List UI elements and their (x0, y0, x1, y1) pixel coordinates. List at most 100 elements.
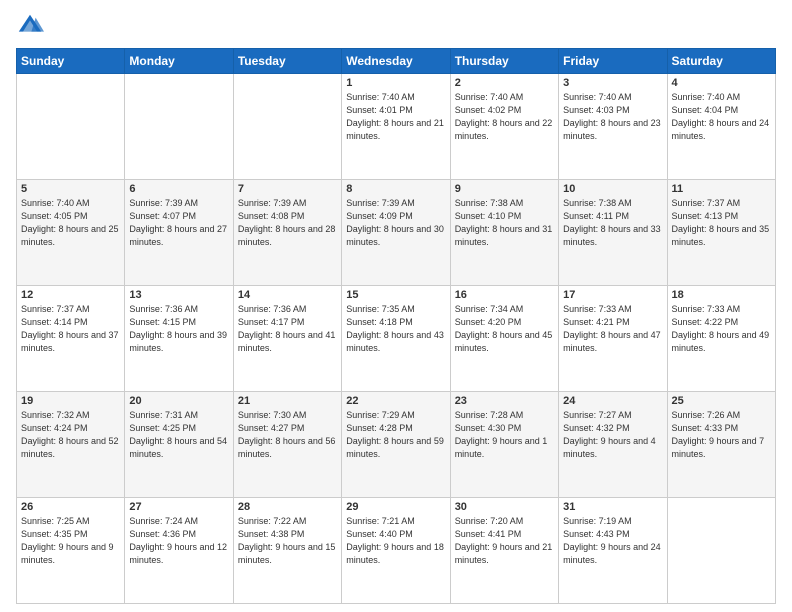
col-saturday: Saturday (667, 49, 775, 74)
table-row: 13 Sunrise: 7:36 AM Sunset: 4:15 PM Dayli… (125, 286, 233, 392)
day-number: 21 (238, 395, 337, 407)
table-row: 28 Sunrise: 7:22 AM Sunset: 4:38 PM Dayli… (233, 498, 341, 604)
day-number: 3 (563, 77, 662, 89)
table-row: 31 Sunrise: 7:19 AM Sunset: 4:43 PM Dayli… (559, 498, 667, 604)
day-number: 5 (21, 183, 120, 195)
day-number: 15 (346, 289, 445, 301)
table-row: 14Sunrise: 7:36 AM Sunset: 4:17 PM Dayli… (233, 286, 341, 392)
calendar-week-row: 12Sunrise: 7:37 AM Sunset: 4:14 PM Dayli… (17, 286, 776, 392)
table-row: 15Sunrise: 7:35 AM Sunset: 4:18 PM Dayli… (342, 286, 450, 392)
day-info: Sunrise: 7:40 AM Sunset: 4:02 PM Dayligh… (455, 91, 554, 143)
day-info: Sunrise: 7:28 AM Sunset: 4:30 PM Dayligh… (455, 409, 554, 461)
table-row: 24 Sunrise: 7:27 AM Sunset: 4:32 PM Dayli… (559, 392, 667, 498)
table-row: 8 Sunrise: 7:39 AM Sunset: 4:09 PM Daylig… (342, 180, 450, 286)
day-number: 10 (563, 183, 662, 195)
table-row: 12Sunrise: 7:37 AM Sunset: 4:14 PM Dayli… (17, 286, 125, 392)
day-number: 27 (129, 501, 228, 513)
day-number: 28 (238, 501, 337, 513)
table-row: 10 Sunrise: 7:38 AM Sunset: 4:11 PM Dayli… (559, 180, 667, 286)
table-row: 3 Sunrise: 7:40 AM Sunset: 4:03 PM Daylig… (559, 74, 667, 180)
table-row: 6 Sunrise: 7:39 AM Sunset: 4:07 PM Daylig… (125, 180, 233, 286)
table-row (17, 74, 125, 180)
day-info: Sunrise: 7:40 AM Sunset: 4:01 PM Dayligh… (346, 91, 445, 143)
day-info: Sunrise: 7:40 AM Sunset: 4:03 PM Dayligh… (563, 91, 662, 143)
calendar-week-row: 26 Sunrise: 7:25 AM Sunset: 4:35 PM Dayli… (17, 498, 776, 604)
day-info: Sunrise: 7:40 AM Sunset: 4:05 PM Dayligh… (21, 197, 120, 249)
day-number: 20 (129, 395, 228, 407)
day-info: Sunrise: 7:33 AM Sunset: 4:22 PM Dayligh… (672, 303, 771, 355)
day-number: 29 (346, 501, 445, 513)
logo-icon (16, 12, 44, 40)
day-info: Sunrise: 7:38 AM Sunset: 4:10 PM Dayligh… (455, 197, 554, 249)
day-info: Sunrise: 7:22 AM Sunset: 4:38 PM Dayligh… (238, 515, 337, 567)
day-number: 14 (238, 289, 337, 301)
day-number: 24 (563, 395, 662, 407)
logo (16, 12, 48, 40)
day-info: Sunrise: 7:30 AM Sunset: 4:27 PM Dayligh… (238, 409, 337, 461)
day-number: 22 (346, 395, 445, 407)
calendar-week-row: 5 Sunrise: 7:40 AM Sunset: 4:05 PM Daylig… (17, 180, 776, 286)
day-number: 16 (455, 289, 554, 301)
day-info: Sunrise: 7:31 AM Sunset: 4:25 PM Dayligh… (129, 409, 228, 461)
day-number: 6 (129, 183, 228, 195)
day-info: Sunrise: 7:32 AM Sunset: 4:24 PM Dayligh… (21, 409, 120, 461)
table-row: 20 Sunrise: 7:31 AM Sunset: 4:25 PM Dayli… (125, 392, 233, 498)
day-info: Sunrise: 7:21 AM Sunset: 4:40 PM Dayligh… (346, 515, 445, 567)
calendar-week-row: 1 Sunrise: 7:40 AM Sunset: 4:01 PM Daylig… (17, 74, 776, 180)
calendar-table: Sunday Monday Tuesday Wednesday Thursday… (16, 48, 776, 604)
day-info: Sunrise: 7:29 AM Sunset: 4:28 PM Dayligh… (346, 409, 445, 461)
day-info: Sunrise: 7:19 AM Sunset: 4:43 PM Dayligh… (563, 515, 662, 567)
col-thursday: Thursday (450, 49, 558, 74)
table-row: 1 Sunrise: 7:40 AM Sunset: 4:01 PM Daylig… (342, 74, 450, 180)
table-row: 22 Sunrise: 7:29 AM Sunset: 4:28 PM Dayli… (342, 392, 450, 498)
table-row: 25 Sunrise: 7:26 AM Sunset: 4:33 PM Dayli… (667, 392, 775, 498)
day-info: Sunrise: 7:39 AM Sunset: 4:07 PM Dayligh… (129, 197, 228, 249)
day-info: Sunrise: 7:37 AM Sunset: 4:13 PM Dayligh… (672, 197, 771, 249)
day-info: Sunrise: 7:40 AM Sunset: 4:04 PM Dayligh… (672, 91, 771, 143)
table-row: 23Sunrise: 7:28 AM Sunset: 4:30 PM Dayli… (450, 392, 558, 498)
day-number: 1 (346, 77, 445, 89)
table-row: 17Sunrise: 7:33 AM Sunset: 4:21 PM Dayli… (559, 286, 667, 392)
table-row: 19 Sunrise: 7:32 AM Sunset: 4:24 PM Dayli… (17, 392, 125, 498)
col-tuesday: Tuesday (233, 49, 341, 74)
day-info: Sunrise: 7:27 AM Sunset: 4:32 PM Dayligh… (563, 409, 662, 461)
table-row: 26 Sunrise: 7:25 AM Sunset: 4:35 PM Dayli… (17, 498, 125, 604)
col-friday: Friday (559, 49, 667, 74)
day-number: 8 (346, 183, 445, 195)
table-row: 11Sunrise: 7:37 AM Sunset: 4:13 PM Dayli… (667, 180, 775, 286)
table-row: 27 Sunrise: 7:24 AM Sunset: 4:36 PM Dayli… (125, 498, 233, 604)
col-monday: Monday (125, 49, 233, 74)
day-number: 9 (455, 183, 554, 195)
day-info: Sunrise: 7:38 AM Sunset: 4:11 PM Dayligh… (563, 197, 662, 249)
day-number: 17 (563, 289, 662, 301)
day-number: 13 (129, 289, 228, 301)
table-row: 7 Sunrise: 7:39 AM Sunset: 4:08 PM Daylig… (233, 180, 341, 286)
table-row: 5 Sunrise: 7:40 AM Sunset: 4:05 PM Daylig… (17, 180, 125, 286)
day-number: 4 (672, 77, 771, 89)
day-number: 7 (238, 183, 337, 195)
calendar-header-row: Sunday Monday Tuesday Wednesday Thursday… (17, 49, 776, 74)
calendar-week-row: 19 Sunrise: 7:32 AM Sunset: 4:24 PM Dayli… (17, 392, 776, 498)
day-info: Sunrise: 7:24 AM Sunset: 4:36 PM Dayligh… (129, 515, 228, 567)
day-number: 31 (563, 501, 662, 513)
table-row: 4 Sunrise: 7:40 AM Sunset: 4:04 PM Daylig… (667, 74, 775, 180)
day-info: Sunrise: 7:26 AM Sunset: 4:33 PM Dayligh… (672, 409, 771, 461)
day-info: Sunrise: 7:25 AM Sunset: 4:35 PM Dayligh… (21, 515, 120, 567)
day-number: 30 (455, 501, 554, 513)
header (16, 12, 776, 40)
page: Sunday Monday Tuesday Wednesday Thursday… (0, 0, 792, 612)
day-info: Sunrise: 7:36 AM Sunset: 4:15 PM Dayligh… (129, 303, 228, 355)
day-info: Sunrise: 7:20 AM Sunset: 4:41 PM Dayligh… (455, 515, 554, 567)
day-info: Sunrise: 7:39 AM Sunset: 4:09 PM Dayligh… (346, 197, 445, 249)
day-number: 2 (455, 77, 554, 89)
day-number: 26 (21, 501, 120, 513)
day-number: 18 (672, 289, 771, 301)
day-info: Sunrise: 7:39 AM Sunset: 4:08 PM Dayligh… (238, 197, 337, 249)
table-row: 18 Sunrise: 7:33 AM Sunset: 4:22 PM Dayli… (667, 286, 775, 392)
col-wednesday: Wednesday (342, 49, 450, 74)
table-row (667, 498, 775, 604)
day-number: 25 (672, 395, 771, 407)
day-number: 19 (21, 395, 120, 407)
table-row: 21 Sunrise: 7:30 AM Sunset: 4:27 PM Dayli… (233, 392, 341, 498)
col-sunday: Sunday (17, 49, 125, 74)
